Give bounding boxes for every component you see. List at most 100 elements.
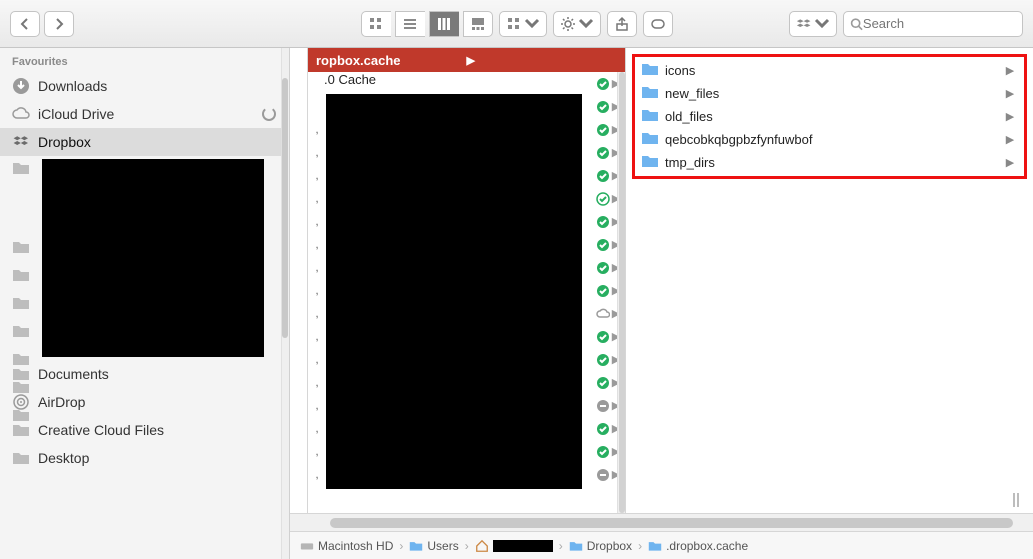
path-label: Users xyxy=(427,539,458,553)
sync-status-icon xyxy=(596,284,610,298)
sidebar-section-title: Favourites xyxy=(0,48,289,72)
download-icon xyxy=(12,77,30,95)
dropbox-toolbar-button[interactable] xyxy=(789,11,837,37)
arrange-icon xyxy=(506,16,522,32)
folder-icon xyxy=(409,540,423,552)
sidebar-item-documents[interactable]: Documents xyxy=(0,360,289,388)
row-lead: , xyxy=(308,285,326,297)
sidebar-item-label: Creative Cloud Files xyxy=(38,422,277,438)
sync-status-icon xyxy=(596,445,610,459)
search-icon xyxy=(850,17,863,31)
search-field[interactable] xyxy=(843,11,1023,37)
sync-status-icon xyxy=(596,215,610,229)
dropbox-icon xyxy=(796,16,812,32)
column-2-scrollbar[interactable] xyxy=(617,72,625,513)
sidebar-item-creative-cloud[interactable]: Creative Cloud Files xyxy=(0,416,289,444)
sync-status-icon xyxy=(596,307,610,321)
sidebar-item-label: Dropbox xyxy=(38,134,277,150)
path-crumb-cache[interactable]: .dropbox.cache xyxy=(648,539,748,553)
gallery-icon xyxy=(470,16,486,32)
sidebar-item-downloads[interactable]: Downloads xyxy=(0,72,289,100)
sidebar-item-dropbox[interactable]: Dropbox xyxy=(0,128,289,156)
sync-status-icon xyxy=(596,77,610,91)
path-crumb-disk[interactable]: Macintosh HD xyxy=(300,539,393,553)
folder-icon xyxy=(12,406,30,424)
chevron-down-icon xyxy=(814,16,830,32)
view-columns-button[interactable] xyxy=(429,11,459,37)
chevron-down-icon xyxy=(524,16,540,32)
chevron-right-icon: ▶ xyxy=(1004,110,1016,123)
sync-status-icon xyxy=(596,169,610,183)
list-item[interactable]: old_files ▶ xyxy=(635,105,1024,128)
sidebar-redacted-block xyxy=(0,156,289,360)
horizontal-scrollbar[interactable] xyxy=(290,513,1033,531)
chevron-left-icon xyxy=(17,16,33,32)
row-lead: , xyxy=(308,193,326,205)
row-lead: , xyxy=(308,400,326,412)
row-lead: , xyxy=(308,147,326,159)
column-2-selected-row[interactable]: ropbox.cache ▶ xyxy=(308,48,625,72)
action-button[interactable] xyxy=(553,11,601,37)
list-item[interactable]: new_files ▶ xyxy=(635,82,1024,105)
chevron-right-icon xyxy=(51,16,67,32)
chevron-right-icon: ▶ xyxy=(1004,87,1016,100)
toolbar xyxy=(0,0,1033,48)
path-crumb-dropbox[interactable]: Dropbox xyxy=(569,539,632,553)
back-button[interactable] xyxy=(10,11,40,37)
folder-label: old_files xyxy=(665,109,998,124)
tags-button[interactable] xyxy=(643,11,673,37)
folder-icon xyxy=(12,322,30,340)
folder-icon xyxy=(12,238,30,256)
view-gallery-button[interactable] xyxy=(463,11,493,37)
disk-icon xyxy=(300,539,314,553)
row-lead: , xyxy=(308,377,326,389)
path-crumb-home[interactable] xyxy=(475,539,553,553)
search-input[interactable] xyxy=(863,16,1016,31)
sidebar-scrollbar[interactable] xyxy=(281,48,289,559)
row-lead: , xyxy=(308,124,326,136)
sync-status-icon xyxy=(596,422,610,436)
arrange-button[interactable] xyxy=(499,11,547,37)
column-1[interactable] xyxy=(290,48,308,513)
list-item[interactable]: qebcobkqbgpbzfynfuwbof▶ xyxy=(635,128,1024,151)
row-lead: , xyxy=(308,216,326,228)
sync-status-icon xyxy=(596,376,610,390)
selected-folder-label: ropbox.cache xyxy=(316,53,467,68)
sync-status-icon xyxy=(596,330,610,344)
chevron-right-icon: › xyxy=(465,539,469,553)
column-resize-handle[interactable] xyxy=(1013,493,1019,507)
sync-status-icon xyxy=(596,100,610,114)
sync-status-icon xyxy=(596,261,610,275)
share-button[interactable] xyxy=(607,11,637,37)
view-icons-button[interactable] xyxy=(361,11,391,37)
home-icon xyxy=(475,539,489,553)
folder-label: qebcobkqbgpbzfynfuwbof xyxy=(665,132,998,147)
folder-label: new_files xyxy=(665,86,998,101)
folder-icon xyxy=(641,131,659,148)
column-2: ropbox.cache ▶ .0 Cache ▶▶,▶,▶,▶,▶,▶,▶,▶… xyxy=(308,48,626,513)
columns-area: ropbox.cache ▶ .0 Cache ▶▶,▶,▶,▶,▶,▶,▶,▶… xyxy=(290,48,1033,559)
column-3: icons▶new_files▶old_files▶qebcobkqbgpbzf… xyxy=(626,48,1033,513)
chevron-right-icon: ▶ xyxy=(1004,156,1016,169)
folder-icon xyxy=(641,85,659,102)
folder-icon xyxy=(12,266,30,284)
row-lead: , xyxy=(308,262,326,274)
row-lead: , xyxy=(308,354,326,366)
folder-label: icons xyxy=(665,63,998,78)
row-lead: , xyxy=(308,423,326,435)
dropbox-icon xyxy=(12,133,30,151)
sidebar-item-airdrop[interactable]: AirDrop xyxy=(0,388,289,416)
folder-icon xyxy=(641,154,659,171)
sync-status-icon xyxy=(596,146,610,160)
view-list-button[interactable] xyxy=(395,11,425,37)
path-crumb-users[interactable]: Users xyxy=(409,539,458,553)
gear-icon xyxy=(560,16,576,32)
list-item[interactable]: tmp_dirs▶ xyxy=(635,151,1024,174)
folder-icon xyxy=(641,62,659,79)
sidebar-item-desktop[interactable]: Desktop xyxy=(0,444,289,472)
sidebar-item-icloud[interactable]: iCloud Drive xyxy=(0,100,289,128)
path-bar: Macintosh HD › Users › › Dropbox › .drop… xyxy=(290,531,1033,559)
redacted-content xyxy=(326,94,582,489)
forward-button[interactable] xyxy=(44,11,74,37)
list-item[interactable]: icons▶ xyxy=(635,59,1024,82)
